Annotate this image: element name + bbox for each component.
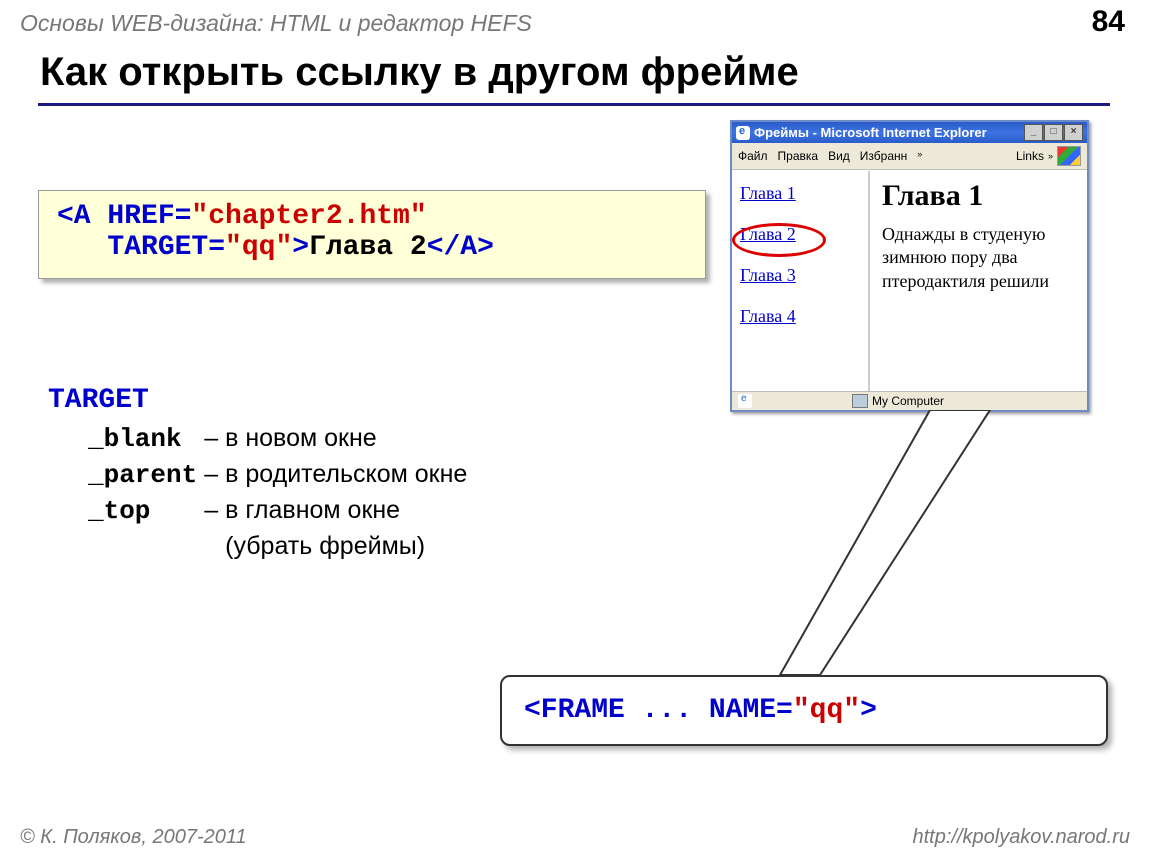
menu-view[interactable]: Вид	[828, 149, 850, 163]
dash-1: –	[204, 460, 223, 494]
ie-status-icon	[738, 394, 752, 408]
frame-right: Глава 1 Однажды в студеную зимнюю пору д…	[870, 171, 1087, 391]
link-ch4[interactable]: Глава 4	[740, 306, 860, 327]
frame-open: <FRAME ...	[524, 695, 709, 726]
code-example-box: <A HREF="chapter2.htm" TARGET="qq">Глава…	[38, 190, 706, 279]
footer-copyright: © К. Поляков, 2007-2011	[20, 826, 247, 849]
dash-0: –	[204, 424, 223, 458]
links-more-icon[interactable]: »	[1048, 151, 1053, 161]
link-ch3[interactable]: Глава 3	[740, 265, 860, 286]
minimize-button[interactable]: _	[1024, 124, 1043, 141]
code-open: <A HREF=	[57, 201, 191, 232]
code-target-attr: TARGET=	[107, 232, 225, 263]
close-button[interactable]: ×	[1064, 124, 1083, 141]
ie-icon	[736, 126, 750, 140]
desc-parent: в родительском окне	[225, 460, 472, 494]
frame-left: Глава 1 Глава 2 Глава 3 Глава 4	[732, 171, 870, 391]
kw-blank: _blank	[88, 424, 182, 454]
code-href-value: "chapter2.htm"	[191, 201, 426, 232]
kw-parent: _parent	[88, 460, 197, 490]
dash-2: –	[204, 496, 223, 530]
frame-code-callout: <FRAME ... NAME="qq">	[500, 675, 1108, 746]
link-ch2[interactable]: Глава 2	[740, 224, 860, 245]
page-number: 84	[1092, 5, 1125, 39]
desc-extra: (убрать фреймы)	[225, 532, 472, 565]
code-link-text: Глава 2	[309, 232, 427, 263]
browser-content: Глава 1 Глава 2 Глава 3 Глава 4 Глава 1 …	[732, 170, 1087, 391]
code-gt: >	[292, 232, 309, 263]
browser-menubar: Файл Правка Вид Избранн » Links »	[732, 143, 1087, 170]
title-underline	[38, 103, 1110, 106]
menu-file[interactable]: Файл	[738, 149, 768, 163]
kw-top: _top	[88, 496, 150, 526]
content-text: Однажды в студеную зимнюю пору два птеро…	[882, 223, 1075, 293]
browser-titlebar: Фреймы - Microsoft Internet Explorer _ □…	[732, 122, 1087, 143]
frame-close: >	[860, 695, 877, 726]
browser-statusbar: My Computer	[732, 391, 1087, 410]
slide-title: Как открыть ссылку в другом фрейме	[40, 50, 799, 95]
links-label[interactable]: Links	[1016, 149, 1044, 163]
code-close-tag: </A>	[427, 232, 494, 263]
code-target-value: "qq"	[225, 232, 292, 263]
target-section: TARGET _blank – в новом окне _parent – в…	[48, 385, 474, 567]
frame-name-attr: NAME=	[709, 695, 793, 726]
menu-more-icon[interactable]: »	[917, 149, 922, 163]
content-heading: Глава 1	[882, 179, 1075, 213]
frame-qq: "qq"	[793, 695, 860, 726]
slide-topic: Основы WEB-дизайна: HTML и редактор HEFS	[20, 10, 532, 37]
status-text: My Computer	[872, 394, 944, 408]
desc-top: в главном окне	[225, 496, 472, 530]
callout-pointer	[730, 410, 1090, 690]
maximize-button[interactable]: □	[1044, 124, 1063, 141]
target-heading: TARGET	[48, 385, 474, 416]
menu-edit[interactable]: Правка	[778, 149, 819, 163]
computer-icon	[852, 394, 868, 408]
menu-fav[interactable]: Избранн	[860, 149, 907, 163]
footer-url: http://kpolyakov.narod.ru	[912, 826, 1130, 849]
desc-blank: в новом окне	[225, 424, 472, 458]
windows-logo-icon	[1057, 146, 1081, 166]
browser-title: Фреймы - Microsoft Internet Explorer	[754, 125, 987, 140]
link-ch1[interactable]: Глава 1	[740, 183, 860, 204]
browser-window: Фреймы - Microsoft Internet Explorer _ □…	[730, 120, 1089, 412]
